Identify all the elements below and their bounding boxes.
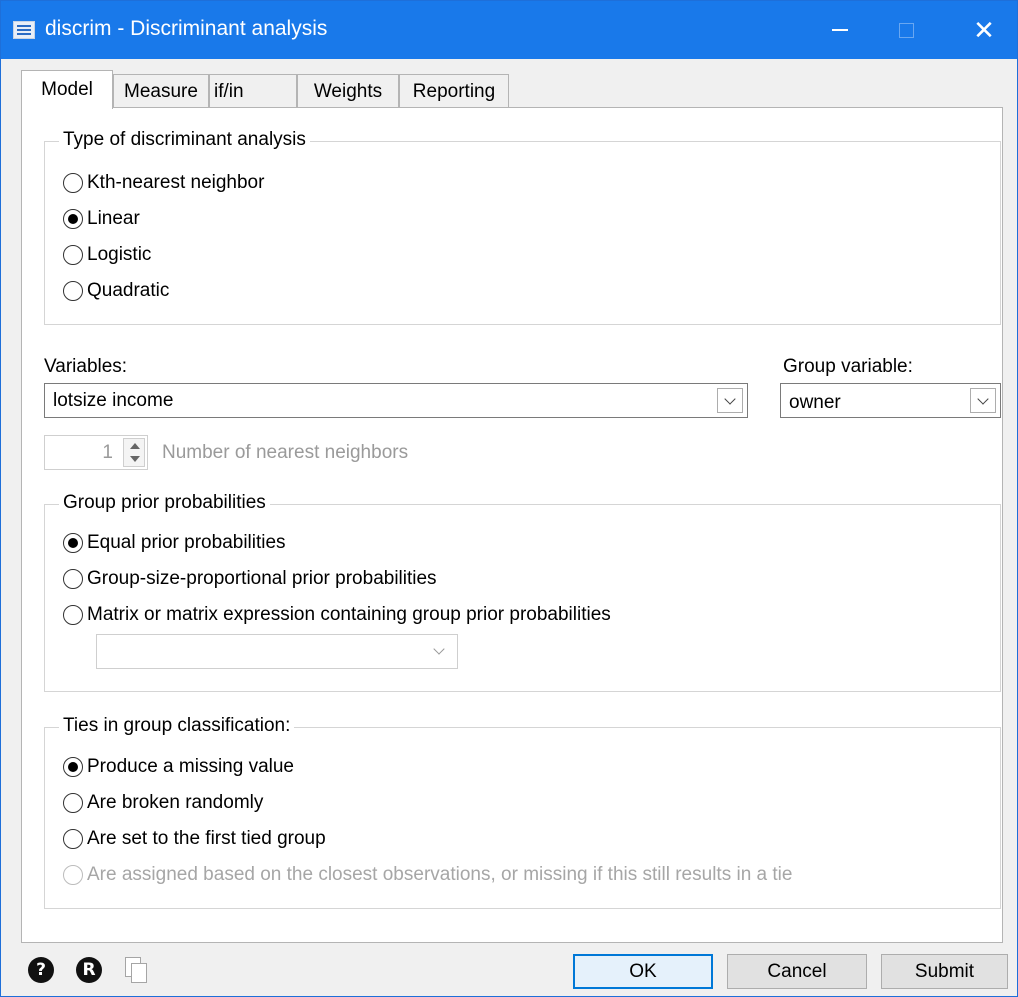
radio-label: Matrix or matrix expression containing g… — [87, 604, 611, 625]
dialog-window: discrim - Discriminant analysis ✕ Model … — [0, 0, 1018, 997]
minimize-icon[interactable] — [809, 1, 871, 59]
radio-indicator[interactable] — [63, 209, 83, 229]
tab-measure[interactable]: Measure — [113, 74, 209, 108]
group-variable-label: Group variable: — [783, 356, 913, 377]
radio-logistic[interactable]: Logistic — [63, 244, 151, 266]
title-bar[interactable]: discrim - Discriminant analysis ✕ — [1, 1, 1017, 59]
radio-indicator[interactable] — [63, 533, 83, 553]
radio-ties-first-group[interactable]: Are set to the first tied group — [63, 828, 326, 850]
radio-matrix-priors[interactable]: Matrix or matrix expression containing g… — [63, 604, 611, 626]
spinner-up-icon — [130, 443, 140, 449]
radio-label: Equal prior probabilities — [87, 532, 286, 553]
variables-label: Variables: — [44, 356, 128, 377]
variables-input[interactable]: lotsize income — [44, 383, 748, 418]
nearest-neighbors-spinner: 1 — [44, 435, 148, 470]
analysis-type-legend: Type of discriminant analysis — [59, 129, 310, 151]
priors-legend: Group prior probabilities — [59, 492, 270, 514]
radio-quadratic[interactable]: Quadratic — [63, 280, 169, 302]
radio-indicator — [63, 865, 83, 885]
radio-kth-nearest-neighbor[interactable]: Kth-nearest neighbor — [63, 172, 264, 194]
radio-proportional-priors[interactable]: Group-size-proportional prior probabilit… — [63, 568, 437, 590]
cancel-button[interactable]: Cancel — [727, 954, 867, 989]
radio-label: Kth-nearest neighbor — [87, 172, 265, 193]
radio-ties-random[interactable]: Are broken randomly — [63, 792, 263, 814]
radio-indicator[interactable] — [63, 829, 83, 849]
nearest-neighbors-value: 1 — [102, 442, 113, 463]
radio-indicator[interactable] — [63, 757, 83, 777]
nearest-neighbors-label: Number of nearest neighbors — [162, 442, 409, 463]
group-variable-select[interactable]: owner — [780, 383, 1001, 418]
radio-label: Are broken randomly — [87, 792, 264, 813]
radio-linear[interactable]: Linear — [63, 208, 140, 230]
group-variable-value: owner — [789, 392, 841, 413]
radio-label: Group-size-proportional prior probabilit… — [87, 568, 437, 589]
reset-icon[interactable]: R — [76, 957, 102, 983]
radio-label: Quadratic — [87, 280, 170, 301]
radio-indicator[interactable] — [63, 605, 83, 625]
spinner-down-icon — [130, 456, 140, 462]
radio-label: Logistic — [87, 244, 152, 265]
variables-value: lotsize income — [53, 390, 174, 411]
radio-indicator[interactable] — [63, 281, 83, 301]
spinner-buttons — [123, 438, 145, 467]
radio-label: Linear — [87, 208, 140, 229]
radio-label: Are assigned based on the closest observ… — [87, 864, 793, 885]
radio-indicator[interactable] — [63, 173, 83, 193]
tab-reporting[interactable]: Reporting — [399, 74, 509, 108]
tab-weights[interactable]: Weights — [297, 74, 399, 108]
tab-if-in[interactable]: if/in — [209, 74, 297, 108]
ties-legend: Ties in group classification: — [59, 715, 295, 737]
tab-model[interactable]: Model — [21, 70, 113, 109]
radio-label: Produce a missing value — [87, 756, 294, 777]
chevron-down-icon[interactable] — [717, 388, 743, 413]
maximize-icon — [875, 1, 937, 59]
radio-ties-closest-observations: Are assigned based on the closest observ… — [63, 864, 792, 886]
radio-indicator[interactable] — [63, 245, 83, 265]
window-app-icon — [13, 21, 35, 39]
ok-button[interactable]: OK — [573, 954, 713, 989]
analysis-type-group: Type of discriminant analysis — [44, 129, 1001, 325]
radio-equal-priors[interactable]: Equal prior probabilities — [63, 532, 286, 554]
close-icon[interactable]: ✕ — [953, 1, 1015, 59]
submit-button[interactable]: Submit — [881, 954, 1008, 989]
window-title: discrim - Discriminant analysis — [45, 17, 328, 40]
radio-ties-missing-value[interactable]: Produce a missing value — [63, 756, 294, 778]
chevron-down-icon[interactable] — [970, 388, 996, 413]
chevron-down-icon — [427, 639, 453, 664]
prior-matrix-select — [96, 634, 458, 669]
radio-label: Are set to the first tied group — [87, 828, 326, 849]
help-icon[interactable]: ? — [28, 957, 54, 983]
radio-indicator[interactable] — [63, 793, 83, 813]
radio-indicator[interactable] — [63, 569, 83, 589]
copy-command-icon[interactable] — [123, 955, 149, 985]
